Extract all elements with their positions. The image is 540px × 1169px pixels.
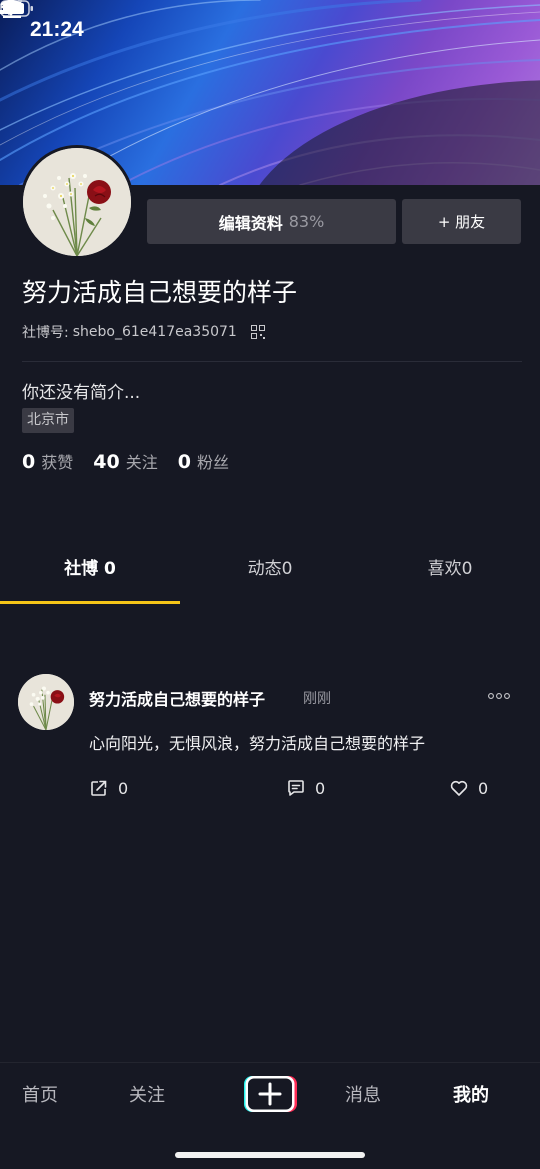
profile-id-label: 社博号: <box>22 325 69 341</box>
location-tag: 北京市 <box>22 408 74 433</box>
profile-stats: 0 获赞 40 关注 0 粉丝 <box>22 449 249 473</box>
create-post-button[interactable] <box>243 1075 297 1113</box>
tab-moments[interactable]: 动态0 <box>180 548 360 604</box>
nav-me[interactable]: 我的 <box>453 1081 489 1107</box>
qr-code-icon[interactable] <box>250 325 265 339</box>
bottom-nav: 首页 关注 消息 我的 <box>0 1062 540 1169</box>
post-content: 心向阳光，无惧风浪，努力活成自己想要的样子 <box>89 734 426 753</box>
more-options-icon[interactable] <box>487 692 511 700</box>
home-indicator <box>175 1152 365 1158</box>
flower-avatar-image <box>18 674 74 730</box>
profile-divider <box>22 361 522 362</box>
add-friend-button[interactable]: + 朋友 <box>402 199 521 244</box>
profile-id-row: 社博号: shebo_61e417ea35071 <box>22 322 265 342</box>
share-count: 0 <box>118 778 129 798</box>
profile-id-value: shebo_61e417ea35071 <box>72 324 237 340</box>
stat-followers-value: 0 <box>177 451 191 473</box>
like-button[interactable]: 0 <box>449 778 488 798</box>
stat-followers[interactable]: 0 粉丝 <box>178 449 229 473</box>
profile-bio[interactable]: 你还没有简介... <box>22 378 140 403</box>
share-icon <box>91 780 107 796</box>
comment-button[interactable]: 0 <box>286 778 325 798</box>
status-bar: 21:24 <box>0 0 540 64</box>
post-author-name[interactable]: 努力活成自己想要的样子 <box>89 686 265 710</box>
comment-count: 0 <box>315 778 326 798</box>
nav-home[interactable]: 首页 <box>22 1081 58 1107</box>
edit-profile-label: 编辑资料 <box>218 213 283 233</box>
stat-following-value: 40 <box>93 451 120 473</box>
stat-following[interactable]: 40 关注 <box>93 449 157 473</box>
post-author-avatar[interactable] <box>18 674 74 730</box>
profile-completion-percent: 83% <box>288 212 325 231</box>
profile-tabs: 社博 0 动态0 喜欢0 <box>0 548 540 604</box>
heart-icon <box>450 780 468 796</box>
post-actions: 0 0 0 <box>0 778 540 802</box>
like-count: 0 <box>478 778 489 798</box>
profile-username: 努力活成自己想要的样子 <box>22 278 298 307</box>
stat-likes-label: 获赞 <box>41 453 74 472</box>
tab-posts[interactable]: 社博 0 <box>0 548 180 604</box>
post-timestamp: 刚刚 <box>303 691 331 707</box>
tab-likes[interactable]: 喜欢0 <box>360 548 540 604</box>
share-button[interactable]: 0 <box>89 778 128 798</box>
stat-following-label: 关注 <box>125 453 158 472</box>
status-time: 21:24 <box>30 18 84 41</box>
nav-messages[interactable]: 消息 <box>345 1081 381 1107</box>
post-item[interactable]: 努力活成自己想要的样子 刚刚 心向阳光，无惧风浪，努力活成自己想要的样子 0 0 <box>0 672 540 812</box>
profile-avatar[interactable] <box>20 145 134 259</box>
edit-profile-button[interactable]: 编辑资料 83% <box>147 199 396 244</box>
stat-likes-value: 0 <box>22 451 36 473</box>
menu-icon[interactable] <box>0 0 24 20</box>
flower-avatar-image <box>23 148 131 256</box>
stat-followers-label: 粉丝 <box>196 453 229 472</box>
comment-icon <box>288 780 304 796</box>
nav-following[interactable]: 关注 <box>129 1081 165 1107</box>
stat-likes[interactable]: 0 获赞 <box>22 449 73 473</box>
